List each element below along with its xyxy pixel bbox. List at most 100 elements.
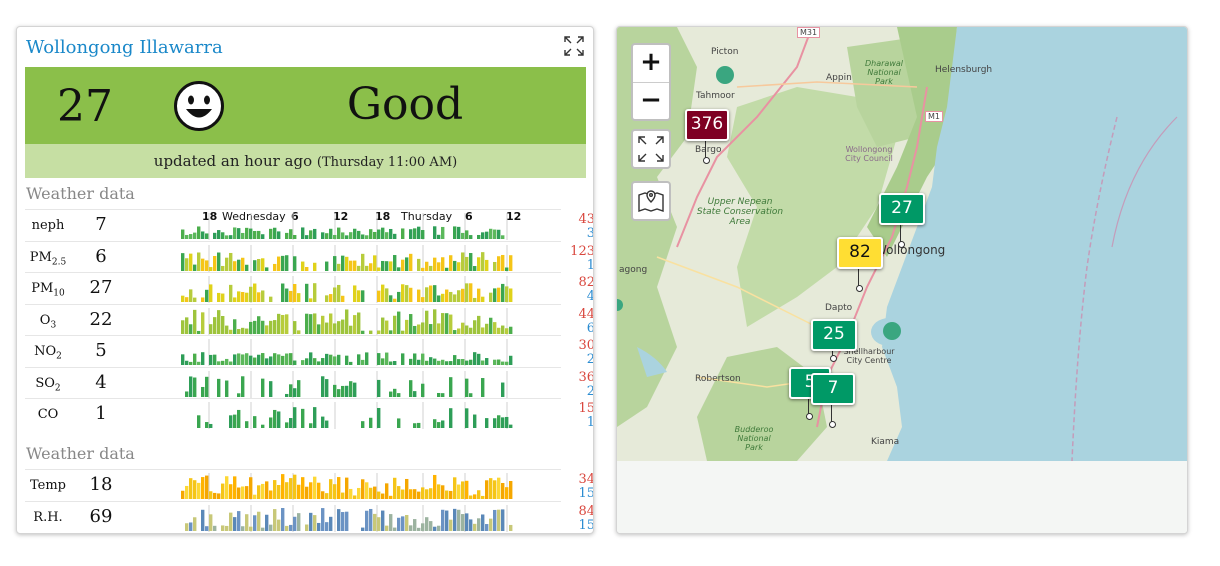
spark-bar [233, 318, 237, 334]
spark-bar [421, 487, 425, 499]
spark-bar [377, 407, 381, 428]
spark-bar [397, 311, 401, 334]
spark-bar [261, 234, 265, 239]
marker-label: 82 [837, 237, 883, 269]
spark-bar [485, 480, 489, 499]
data-row: PM2.5 6 1231 [25, 240, 593, 273]
spark-bar [209, 284, 213, 302]
fullscreen-button[interactable] [631, 129, 671, 169]
spark-bar [297, 293, 301, 302]
spark-bar [421, 321, 425, 334]
spark-bar [317, 522, 321, 531]
spark-bar [389, 391, 393, 397]
spark-bar [481, 326, 485, 334]
spark-bar [241, 327, 245, 334]
spark-bar [285, 313, 289, 334]
spark-bar [293, 360, 297, 365]
spark-bar [289, 290, 293, 302]
spark-bar [413, 489, 417, 499]
spark-bar [353, 260, 357, 271]
layers-button[interactable] [631, 181, 671, 221]
spark-bar [493, 261, 497, 271]
spark-bar [417, 359, 421, 365]
row-label: neph [31, 218, 65, 233]
spark-bar [233, 354, 237, 365]
spark-bar [205, 422, 209, 428]
spark-bar [193, 377, 197, 397]
spark-bar [305, 313, 309, 334]
sparkline-chart [181, 244, 513, 272]
row-min: 6 [535, 321, 593, 336]
spark-bar [261, 527, 265, 531]
marker-dot [828, 421, 836, 428]
spark-bar [313, 283, 317, 302]
station-title[interactable]: Wollongong Illawarra [26, 37, 223, 58]
spark-bar [273, 508, 277, 531]
spark-bar [257, 258, 261, 271]
spark-bar [361, 421, 365, 428]
spark-bar [333, 287, 337, 302]
place-label: Robertson [695, 374, 741, 384]
spark-bar [193, 264, 197, 271]
spark-bar [469, 252, 473, 271]
spark-bar [441, 312, 445, 334]
zoom-out-button[interactable]: − [633, 83, 669, 120]
spark-bar [229, 252, 233, 271]
row-max: 82 [578, 275, 594, 290]
spark-bar [345, 511, 349, 531]
spark-bar [429, 488, 433, 499]
spark-bar [461, 322, 465, 334]
road-shield: M1 [925, 111, 943, 122]
spark-bar [289, 229, 293, 239]
spark-bar [337, 508, 341, 531]
spark-bar [505, 487, 509, 499]
spark-bar [369, 508, 373, 531]
spark-bar [417, 422, 421, 428]
spark-bar [309, 298, 313, 302]
spark-bar [465, 360, 469, 365]
spark-bar [365, 510, 369, 531]
spark-bar [381, 284, 385, 302]
sparkline-chart [185, 504, 513, 532]
spark-bar [437, 322, 441, 334]
spark-bar [241, 525, 245, 531]
spark-bar [285, 254, 289, 271]
spark-bar [441, 509, 445, 531]
spark-bar [449, 408, 453, 428]
spark-bar [341, 385, 345, 397]
zoom-in-button[interactable]: + [633, 45, 669, 83]
spark-bar [217, 493, 221, 499]
data-row: R.H. 69 84 15 [25, 500, 593, 533]
spark-bar [229, 484, 233, 499]
spark-bar [453, 260, 457, 271]
fullscreen-icon [638, 136, 664, 162]
spark-bar [193, 309, 197, 334]
spark-bar [285, 288, 289, 302]
spark-bar [301, 227, 305, 239]
spark-bar [229, 284, 233, 302]
expand-icon[interactable] [563, 35, 585, 57]
spark-bar [237, 409, 241, 428]
spark-bar [213, 232, 217, 239]
spark-bar [413, 390, 417, 397]
spark-bar [457, 226, 461, 239]
spark-bar [397, 392, 401, 397]
spark-bar [181, 354, 185, 365]
spark-bar [501, 382, 505, 397]
spark-bar [329, 312, 333, 334]
spark-bar [325, 493, 329, 499]
spark-bar [501, 283, 505, 302]
spark-bar [193, 232, 197, 239]
spark-bar [433, 526, 437, 531]
spark-bar [233, 516, 237, 531]
spark-bar [185, 297, 189, 302]
spark-bar [285, 422, 289, 428]
spark-bar [329, 479, 333, 499]
spark-bar [269, 228, 273, 239]
spark-bar [293, 474, 297, 499]
spark-bar [217, 361, 221, 365]
place-label: Dharawal National Park [865, 59, 903, 86]
spark-bar [473, 297, 477, 302]
spark-bar [301, 360, 305, 365]
spark-bar [297, 379, 301, 397]
